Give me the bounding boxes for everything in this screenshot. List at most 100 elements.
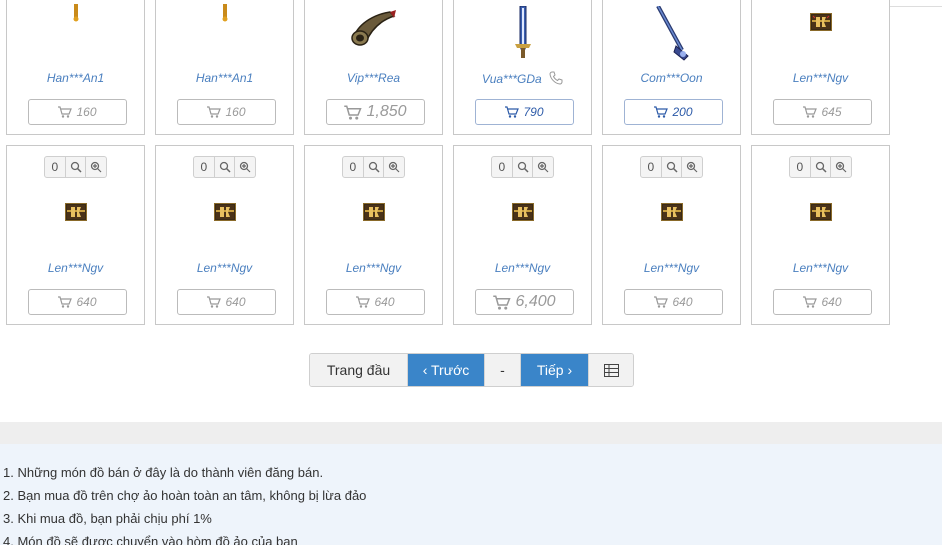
buy-button[interactable]: 640 — [28, 289, 127, 315]
buy-button[interactable]: 200 — [624, 99, 723, 125]
seller-name: Han***An1 — [195, 71, 254, 85]
price-value: 200 — [672, 105, 693, 119]
seller-name: Len***Ngv — [494, 261, 551, 275]
zoom-in-icon[interactable] — [831, 157, 851, 177]
pagination: Trang đầu ‹ Trước - Tiếp › — [309, 353, 634, 387]
seller-name: Len***Ngv — [792, 71, 849, 85]
zoom-in-icon[interactable] — [533, 157, 553, 177]
chest-icon — [809, 203, 832, 221]
search-icon[interactable] — [662, 157, 683, 177]
seller-name: Com***Oon — [640, 71, 703, 85]
market-page: { "row1": [ {"seller": "Han***An1", "pri… — [0, 0, 942, 545]
chest-icon — [213, 203, 236, 221]
seller-name: Len***Ngv — [643, 261, 700, 275]
chest-icon — [362, 203, 385, 221]
item-card[interactable]: Han***An1 160 — [155, 0, 294, 135]
seller-name: Vip***Rea — [346, 71, 401, 85]
chest-icon — [511, 203, 534, 221]
item-card[interactable]: 0 Len***Ngv 640 — [304, 145, 443, 325]
zoom-in-icon[interactable] — [384, 157, 404, 177]
zoom-in-icon[interactable] — [682, 157, 702, 177]
chest-icon — [809, 13, 832, 31]
item-toolbar: 0 — [789, 156, 852, 178]
cart-icon — [207, 106, 222, 118]
item-card[interactable]: 0 Len***Ngv 640 — [602, 145, 741, 325]
item-count: 0 — [45, 157, 66, 177]
buy-button[interactable]: 1,850 — [326, 99, 425, 125]
price-value: 645 — [821, 105, 842, 119]
buy-button[interactable]: 640 — [624, 289, 723, 315]
item-card[interactable]: Vip***Rea 1,850 — [304, 0, 443, 135]
cart-icon — [207, 296, 222, 308]
amulet-icon — [222, 4, 227, 22]
cart-icon — [58, 106, 73, 118]
item-toolbar: 0 — [342, 156, 405, 178]
item-toolbar: 0 — [44, 156, 107, 178]
buy-button[interactable]: 160 — [177, 99, 276, 125]
price-value: 1,850 — [366, 103, 407, 120]
price-value: 160 — [225, 105, 246, 119]
item-count: 0 — [790, 157, 811, 177]
cart-icon — [344, 105, 363, 120]
item-toolbar: 0 — [491, 156, 554, 178]
item-card[interactable]: 0 Len***Ngv 6,400 — [453, 145, 592, 325]
sword-icon — [514, 6, 531, 58]
buy-button[interactable]: 645 — [773, 99, 872, 125]
search-icon[interactable] — [364, 157, 385, 177]
chest-icon — [64, 203, 87, 221]
item-count: 0 — [343, 157, 364, 177]
zoom-in-icon[interactable] — [86, 157, 106, 177]
item-card[interactable]: Han***An1 160 — [6, 0, 145, 135]
search-icon[interactable] — [513, 157, 534, 177]
section-divider — [0, 422, 942, 444]
note-line: 1. Những món đồ bán ở đây là do thành vi… — [3, 465, 324, 480]
buy-button[interactable]: 640 — [773, 289, 872, 315]
item-count: 0 — [641, 157, 662, 177]
table-icon — [603, 363, 619, 377]
next-page-button[interactable]: Tiếp › — [521, 354, 589, 386]
seller-name: Vua***GDa — [454, 71, 591, 86]
note-line: 4. Món đồ sẽ được chuyển vào hòm đồ ảo c… — [3, 534, 298, 545]
seller-name: Len***Ngv — [345, 261, 402, 275]
search-icon[interactable] — [215, 157, 236, 177]
seller-name: Len***Ngv — [792, 261, 849, 275]
price-value: 640 — [225, 295, 246, 309]
price-value: 640 — [672, 295, 693, 309]
cart-icon — [356, 296, 371, 308]
price-value: 160 — [76, 105, 97, 119]
price-value: 640 — [76, 295, 97, 309]
price-value: 640 — [374, 295, 395, 309]
phone-icon — [549, 71, 563, 85]
buy-button[interactable]: 790 — [475, 99, 574, 125]
first-page-button[interactable]: Trang đầu — [310, 354, 408, 386]
cart-icon — [58, 296, 73, 308]
seller-name: Han***An1 — [46, 71, 105, 85]
buy-button[interactable]: 6,400 — [475, 289, 574, 315]
item-card[interactable]: 0 Len***Ngv 640 — [6, 145, 145, 325]
search-icon[interactable] — [811, 157, 832, 177]
price-value: 790 — [523, 105, 544, 119]
buy-button[interactable]: 640 — [326, 289, 425, 315]
item-card[interactable]: Vua***GDa 790 — [453, 0, 592, 135]
table-view-button[interactable] — [589, 354, 633, 386]
top-divider — [888, 6, 942, 7]
item-card[interactable]: Com***Oon 200 — [602, 0, 741, 135]
item-count: 0 — [492, 157, 513, 177]
staff-icon — [655, 6, 689, 61]
cart-icon — [493, 295, 512, 310]
item-card[interactable]: 0 Len***Ngv 640 — [751, 145, 890, 325]
item-count: 0 — [194, 157, 215, 177]
cart-icon — [803, 296, 818, 308]
buy-button[interactable]: 640 — [177, 289, 276, 315]
item-card[interactable]: Len***Ngv 645 — [751, 0, 890, 135]
search-icon[interactable] — [66, 157, 87, 177]
prev-page-button[interactable]: ‹ Trước — [408, 354, 485, 386]
item-card[interactable]: 0 Len***Ngv 640 — [155, 145, 294, 325]
amulet-icon — [73, 4, 78, 22]
price-value: 640 — [821, 295, 842, 309]
zoom-in-icon[interactable] — [235, 157, 255, 177]
seller-name: Len***Ngv — [196, 261, 253, 275]
buy-button[interactable]: 160 — [28, 99, 127, 125]
current-page: - — [485, 354, 521, 386]
cart-icon — [505, 106, 520, 118]
